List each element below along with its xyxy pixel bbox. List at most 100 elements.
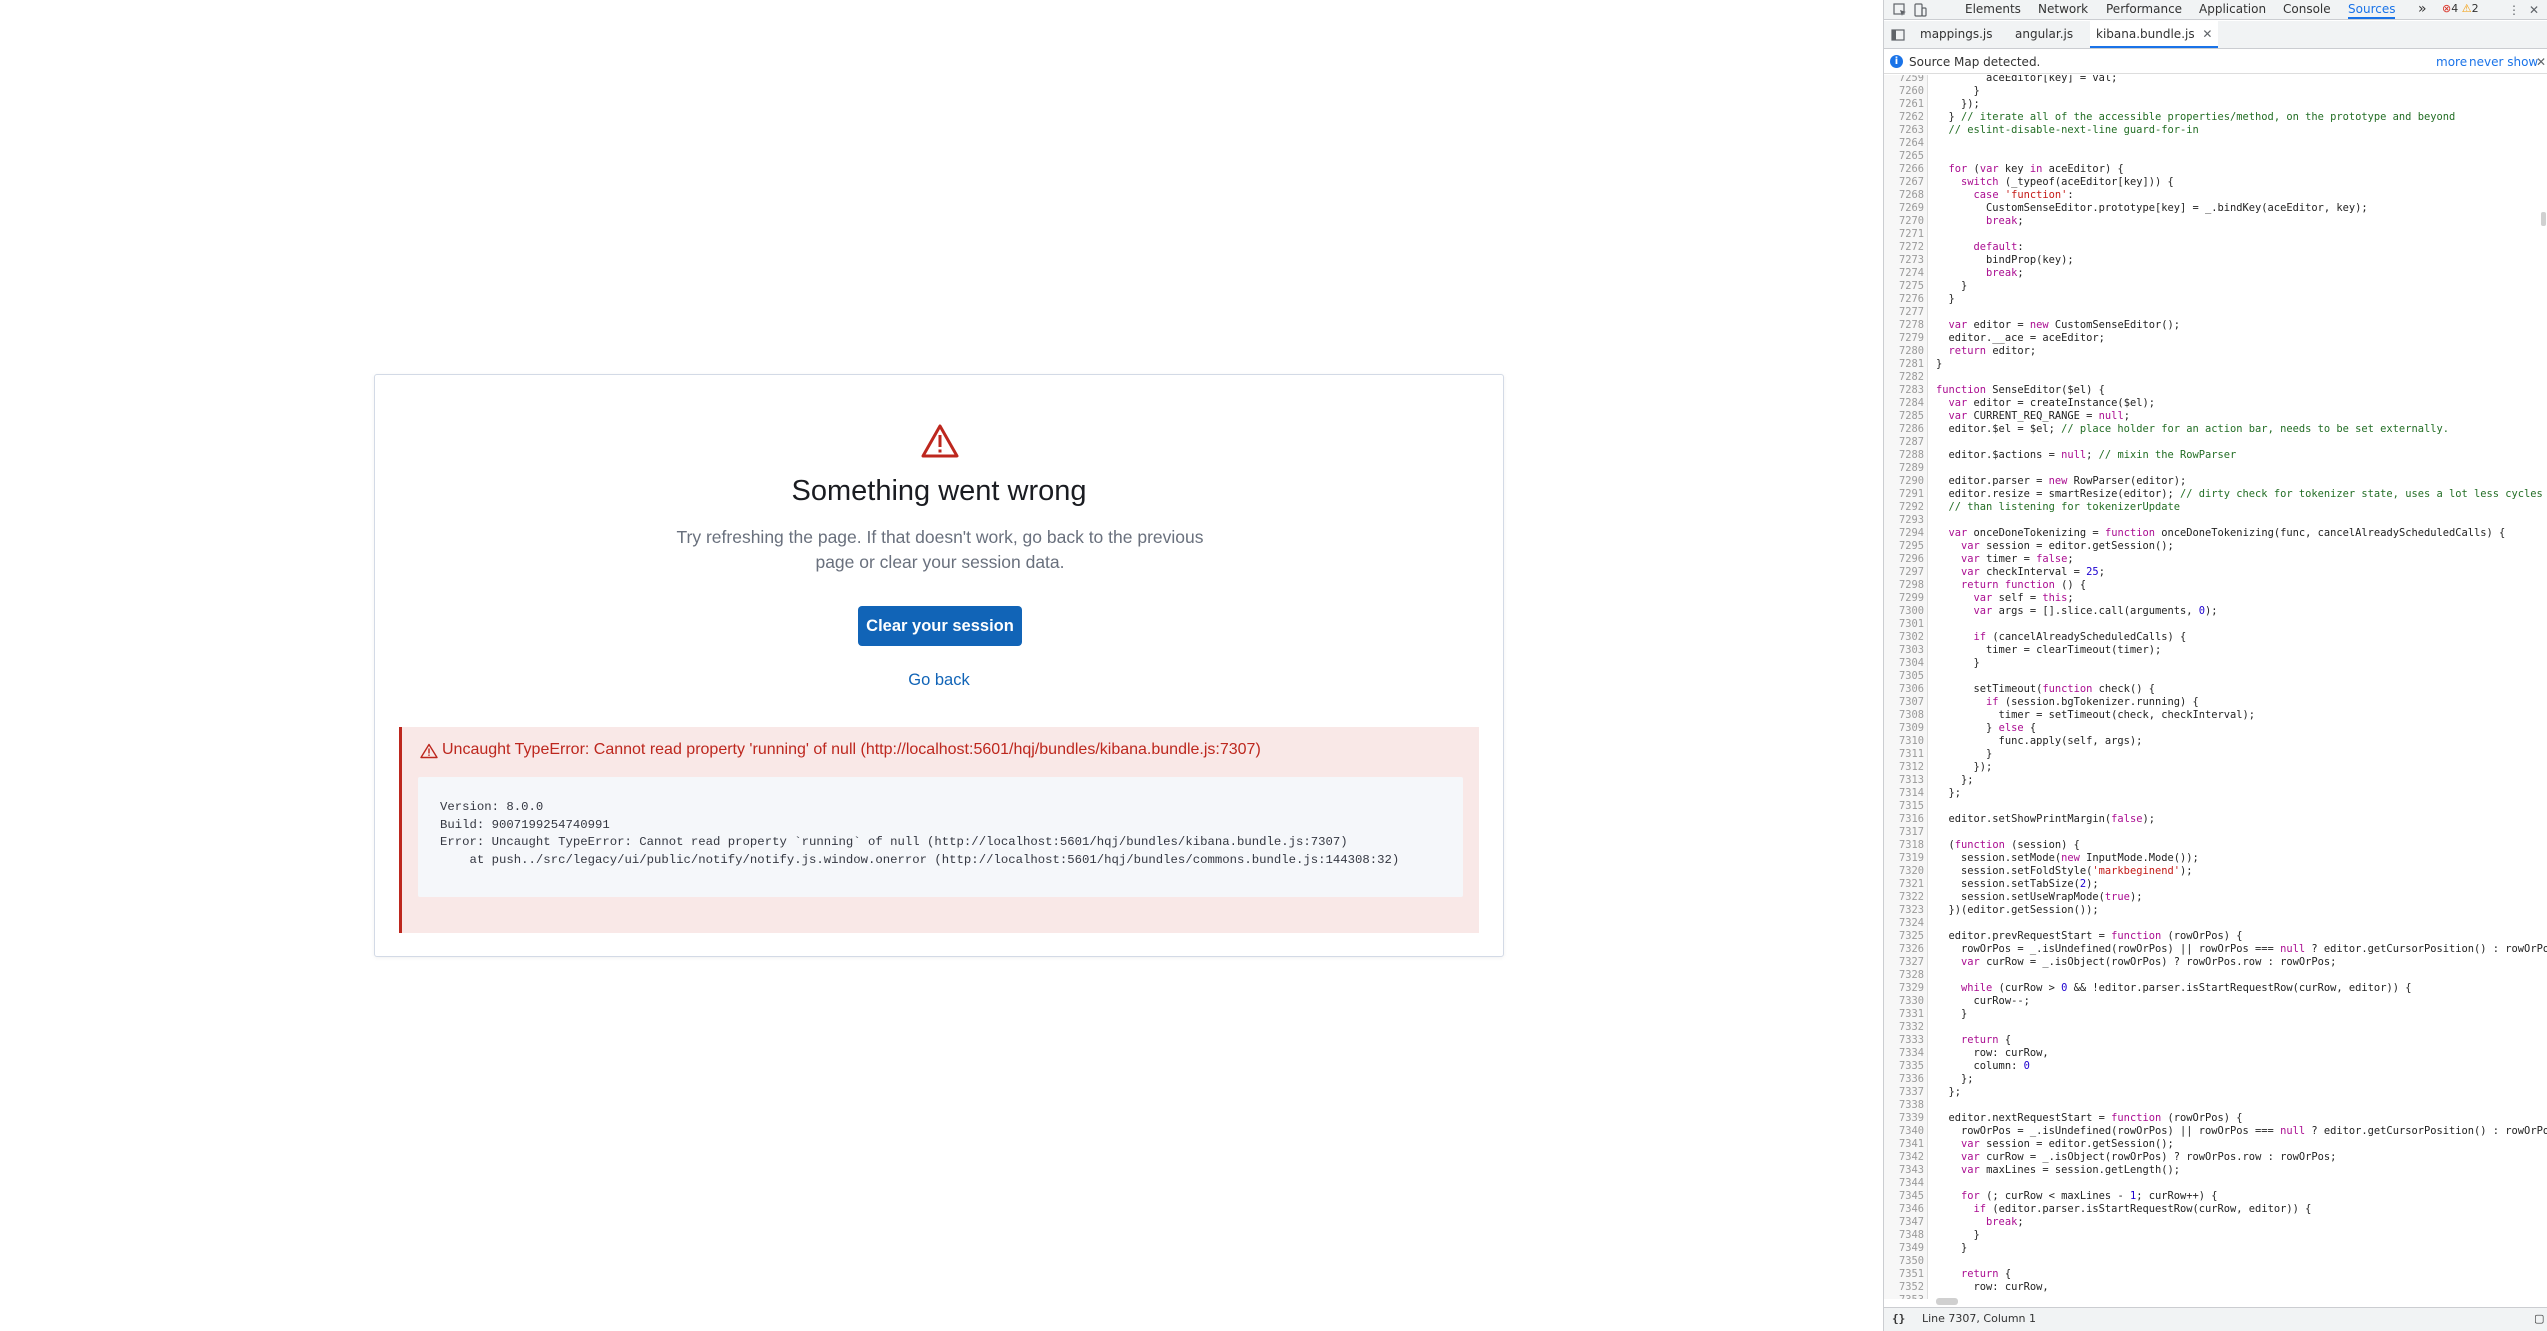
line-number[interactable]: 7266 bbox=[1884, 163, 1924, 176]
line-number[interactable]: 7320 bbox=[1884, 865, 1924, 878]
line-number[interactable]: 7336 bbox=[1884, 1073, 1924, 1086]
tab-elements[interactable]: Elements bbox=[1965, 0, 2021, 19]
line-number[interactable]: 7330 bbox=[1884, 995, 1924, 1008]
tab-console[interactable]: Console bbox=[2283, 0, 2331, 19]
line-number[interactable]: 7333 bbox=[1884, 1034, 1924, 1047]
line-number[interactable]: 7282 bbox=[1884, 371, 1924, 384]
line-number[interactable]: 7344 bbox=[1884, 1177, 1924, 1190]
line-number[interactable]: 7307 bbox=[1884, 696, 1924, 709]
coverage-icon[interactable]: ▢ bbox=[2534, 1308, 2544, 1330]
line-number[interactable]: 7279 bbox=[1884, 332, 1924, 345]
line-number[interactable]: 7348 bbox=[1884, 1229, 1924, 1242]
line-number[interactable]: 7290 bbox=[1884, 475, 1924, 488]
line-number[interactable]: 7288 bbox=[1884, 449, 1924, 462]
line-number[interactable]: 7317 bbox=[1884, 826, 1924, 839]
line-number[interactable]: 7299 bbox=[1884, 592, 1924, 605]
line-number[interactable]: 7337 bbox=[1884, 1086, 1924, 1099]
line-number[interactable]: 7294 bbox=[1884, 527, 1924, 540]
line-number[interactable]: 7346 bbox=[1884, 1203, 1924, 1216]
line-number[interactable]: 7310 bbox=[1884, 735, 1924, 748]
line-number[interactable]: 7273 bbox=[1884, 254, 1924, 267]
line-number[interactable]: 7332 bbox=[1884, 1021, 1924, 1034]
line-number[interactable]: 7267 bbox=[1884, 176, 1924, 189]
line-number[interactable]: 7308 bbox=[1884, 709, 1924, 722]
line-number[interactable]: 7284 bbox=[1884, 397, 1924, 410]
tab-sources[interactable]: Sources bbox=[2348, 0, 2396, 19]
line-number[interactable]: 7314 bbox=[1884, 787, 1924, 800]
line-number[interactable]: 7289 bbox=[1884, 462, 1924, 475]
source-map-never-show-link[interactable]: never show bbox=[2469, 50, 2538, 74]
line-number[interactable]: 7287 bbox=[1884, 436, 1924, 449]
line-number[interactable]: 7321 bbox=[1884, 878, 1924, 891]
line-number[interactable]: 7274 bbox=[1884, 267, 1924, 280]
line-number[interactable]: 7270 bbox=[1884, 215, 1924, 228]
issue-counter[interactable]: ⊗4 ⚠2 bbox=[2442, 2, 2479, 15]
line-number[interactable]: 7311 bbox=[1884, 748, 1924, 761]
line-number[interactable]: 7298 bbox=[1884, 579, 1924, 592]
file-tab-angular[interactable]: angular.js bbox=[2015, 21, 2073, 48]
line-number[interactable]: 7325 bbox=[1884, 930, 1924, 943]
line-number[interactable]: 7271 bbox=[1884, 228, 1924, 241]
horizontal-scrollbar[interactable] bbox=[1936, 1298, 1958, 1305]
line-number[interactable]: 7318 bbox=[1884, 839, 1924, 852]
line-number[interactable]: 7351 bbox=[1884, 1268, 1924, 1281]
line-number[interactable]: 7276 bbox=[1884, 293, 1924, 306]
line-number[interactable]: 7350 bbox=[1884, 1255, 1924, 1268]
line-number[interactable]: 7338 bbox=[1884, 1099, 1924, 1112]
toggle-navigator-icon[interactable] bbox=[1890, 27, 1906, 43]
line-number[interactable]: 7285 bbox=[1884, 410, 1924, 423]
line-number[interactable]: 7329 bbox=[1884, 982, 1924, 995]
line-number[interactable]: 7316 bbox=[1884, 813, 1924, 826]
tab-performance[interactable]: Performance bbox=[2106, 0, 2182, 19]
source-map-more-link[interactable]: more bbox=[2436, 50, 2467, 74]
line-number[interactable]: 7268 bbox=[1884, 189, 1924, 202]
line-number[interactable]: 7283 bbox=[1884, 384, 1924, 397]
line-number[interactable]: 7334 bbox=[1884, 1047, 1924, 1060]
line-number[interactable]: 7296 bbox=[1884, 553, 1924, 566]
line-number[interactable]: 7345 bbox=[1884, 1190, 1924, 1203]
line-number[interactable]: 7353 bbox=[1884, 1294, 1924, 1299]
line-number[interactable]: 7343 bbox=[1884, 1164, 1924, 1177]
line-number[interactable]: 7302 bbox=[1884, 631, 1924, 644]
infobar-close-icon[interactable]: ✕ bbox=[2536, 50, 2546, 74]
line-number[interactable]: 7293 bbox=[1884, 514, 1924, 527]
more-tabs-icon[interactable]: » bbox=[2418, 0, 2427, 19]
line-number[interactable]: 7286 bbox=[1884, 423, 1924, 436]
line-number[interactable]: 7339 bbox=[1884, 1112, 1924, 1125]
line-number[interactable]: 7269 bbox=[1884, 202, 1924, 215]
line-number[interactable]: 7322 bbox=[1884, 891, 1924, 904]
close-icon[interactable]: ✕ bbox=[2526, 2, 2542, 18]
line-number[interactable]: 7292 bbox=[1884, 501, 1924, 514]
line-number[interactable]: 7352 bbox=[1884, 1281, 1924, 1294]
line-number[interactable]: 7305 bbox=[1884, 670, 1924, 683]
kebab-menu-icon[interactable]: ⋮ bbox=[2506, 2, 2522, 18]
clear-session-button[interactable]: Clear your session bbox=[858, 606, 1022, 646]
inspect-element-icon[interactable] bbox=[1892, 2, 1908, 18]
line-number[interactable]: 7323 bbox=[1884, 904, 1924, 917]
line-number[interactable]: 7259 bbox=[1884, 75, 1924, 85]
line-number[interactable]: 7331 bbox=[1884, 1008, 1924, 1021]
line-number[interactable]: 7313 bbox=[1884, 774, 1924, 787]
line-number[interactable]: 7312 bbox=[1884, 761, 1924, 774]
file-tab-mappings[interactable]: mappings.js bbox=[1920, 21, 1993, 48]
line-number[interactable]: 7309 bbox=[1884, 722, 1924, 735]
line-number[interactable]: 7281 bbox=[1884, 358, 1924, 371]
line-number[interactable]: 7265 bbox=[1884, 150, 1924, 163]
line-number[interactable]: 7272 bbox=[1884, 241, 1924, 254]
line-number[interactable]: 7303 bbox=[1884, 644, 1924, 657]
line-number[interactable]: 7349 bbox=[1884, 1242, 1924, 1255]
line-number[interactable]: 7300 bbox=[1884, 605, 1924, 618]
line-number[interactable]: 7328 bbox=[1884, 969, 1924, 982]
line-number[interactable]: 7295 bbox=[1884, 540, 1924, 553]
line-number[interactable]: 7341 bbox=[1884, 1138, 1924, 1151]
line-number[interactable]: 7304 bbox=[1884, 657, 1924, 670]
line-number[interactable]: 7340 bbox=[1884, 1125, 1924, 1138]
line-number[interactable]: 7306 bbox=[1884, 683, 1924, 696]
line-number[interactable]: 7261 bbox=[1884, 98, 1924, 111]
line-number[interactable]: 7301 bbox=[1884, 618, 1924, 631]
tab-application[interactable]: Application bbox=[2199, 0, 2266, 19]
line-number[interactable]: 7291 bbox=[1884, 488, 1924, 501]
line-number[interactable]: 7326 bbox=[1884, 943, 1924, 956]
line-number[interactable]: 7278 bbox=[1884, 319, 1924, 332]
line-number[interactable]: 7335 bbox=[1884, 1060, 1924, 1073]
